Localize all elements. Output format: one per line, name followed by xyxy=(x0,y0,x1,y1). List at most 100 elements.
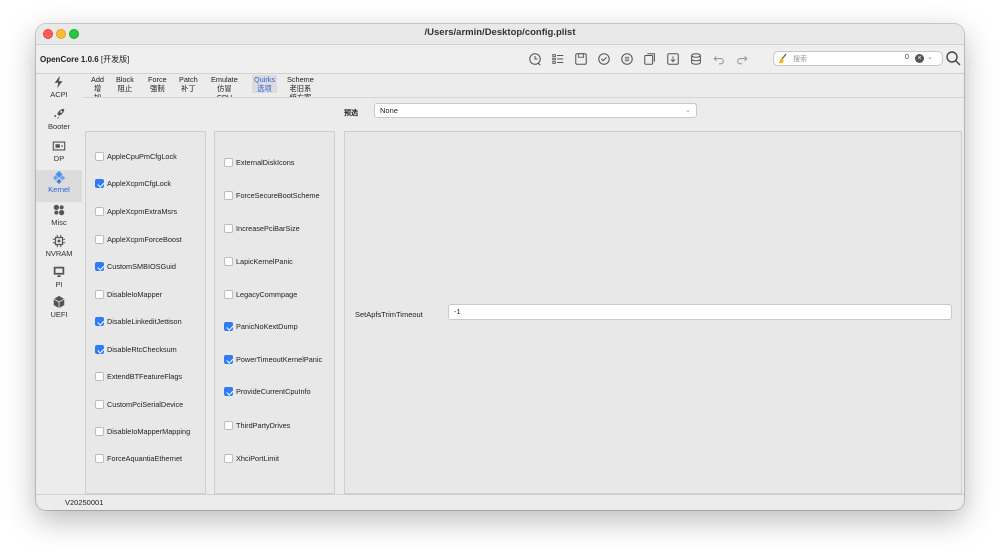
quirk-label: DisableIoMapper xyxy=(107,290,163,299)
sidebar-item-label: DP xyxy=(53,154,65,163)
tab-label-en: Quirks xyxy=(254,75,276,84)
quirk-checkbox[interactable] xyxy=(95,179,104,188)
quirk-checkbox[interactable] xyxy=(224,224,233,233)
toolbar: OpenCore 1.0.6 [开发版] 搜索 0 × ⌄ xyxy=(36,45,964,74)
app-title: OpenCore 1.0.6 [开发版] xyxy=(40,54,129,65)
sidebar-item-label: Misc xyxy=(51,218,67,227)
sidebar-item-booter[interactable]: Booter xyxy=(36,107,82,139)
clock-icon[interactable] xyxy=(523,50,546,68)
quirk-checkbox[interactable] xyxy=(95,454,104,463)
search-icon[interactable] xyxy=(945,50,961,66)
sidebar-item-misc[interactable]: Misc xyxy=(36,203,82,235)
quirk-checkbox[interactable] xyxy=(95,317,104,326)
tab-label-zh: 补丁 xyxy=(181,84,196,93)
sidebar-item-nvram[interactable]: NVRAM xyxy=(36,234,82,266)
quirk-checkbox[interactable] xyxy=(95,400,104,409)
quirk-checkbox[interactable] xyxy=(95,427,104,436)
quirk-label: AppleXcpmForceBoost xyxy=(107,235,182,244)
quirk-checkbox[interactable] xyxy=(224,421,233,430)
list-icon[interactable] xyxy=(546,50,569,68)
quirk-label: ExtendBTFeatureFlags xyxy=(107,372,183,381)
search-field[interactable]: 搜索 0 × ⌄ xyxy=(773,51,943,66)
check-circle-icon[interactable] xyxy=(592,50,615,68)
quirk-checkbox[interactable] xyxy=(95,152,104,161)
quirk-label: CustomSMBIOSGuid xyxy=(107,262,176,271)
app-window: /Users/armin/Desktop/config.plist OpenCo… xyxy=(36,24,964,510)
tab-patch[interactable]: Patch 补丁 xyxy=(179,75,198,93)
quirk-label: PanicNoKextDump xyxy=(236,322,298,331)
quirk-checkbox[interactable] xyxy=(95,207,104,216)
redo-icon[interactable] xyxy=(730,50,753,68)
quirk-label: DisableRtcChecksum xyxy=(107,345,177,354)
quirk-checkbox[interactable] xyxy=(224,355,233,364)
preset-select[interactable]: None ⌄ xyxy=(374,103,697,118)
quirk-checkbox[interactable] xyxy=(224,257,233,266)
tab-block[interactable]: Block 阻止 xyxy=(116,75,134,93)
quirk-label: AppleXcpmExtraMsrs xyxy=(107,207,178,216)
quirk-checkbox[interactable] xyxy=(95,345,104,354)
preset-label: 预选 xyxy=(344,110,358,117)
version-label: V20250001 xyxy=(65,498,104,507)
clear-search-icon[interactable]: × xyxy=(915,54,924,63)
quirks-panel-left: AppleCpuPmCfgLock AppleXcpmCfgLock Apple… xyxy=(85,131,206,494)
quirk-checkbox[interactable] xyxy=(224,322,233,331)
sidebar-item-label: Kernel xyxy=(48,185,70,194)
sidebar-item-uefi[interactable]: UEFI xyxy=(36,295,82,327)
chevron-down-icon[interactable]: ⌄ xyxy=(927,53,933,61)
sidebar-item-kernel[interactable]: Kernel xyxy=(36,170,82,202)
sidebar-item-label: NVRAM xyxy=(45,249,73,258)
quirk-label: ExternalDiskIcons xyxy=(236,158,295,167)
status-bar: V20250001 xyxy=(36,494,964,510)
quirk-checkbox[interactable] xyxy=(95,372,104,381)
undo-icon[interactable] xyxy=(707,50,730,68)
quirk-checkbox[interactable] xyxy=(224,191,233,200)
sidebar-item-dp[interactable]: DP xyxy=(36,139,82,171)
tab-label-en: Scheme xyxy=(287,75,314,84)
quirk-checkbox[interactable] xyxy=(95,262,104,271)
compare-icon[interactable] xyxy=(615,50,638,68)
database-icon[interactable] xyxy=(684,50,707,68)
tab-label-zh: 选项 xyxy=(257,84,272,93)
cube-icon xyxy=(53,295,65,309)
settings-panel: SetApfsTrimTimeout -1 xyxy=(344,131,962,494)
search-match-count: 0 xyxy=(905,54,909,61)
quirk-label: PowerTimeoutKernelPanic xyxy=(236,355,323,364)
sidebar: ACPI Booter DP Kernel Misc NVRAM PI UEFI xyxy=(36,74,82,494)
misc-icon xyxy=(53,204,65,216)
quirk-label: ForceAquantiaEthernet xyxy=(107,454,183,463)
quirk-checkbox[interactable] xyxy=(95,290,104,299)
sidebar-item-label: ACPI xyxy=(50,90,68,99)
quirk-label: DisableIoMapperMapping xyxy=(107,427,191,436)
sidebar-item-pi[interactable]: PI xyxy=(36,265,82,297)
kernel-icon xyxy=(52,170,66,184)
quirk-checkbox[interactable] xyxy=(224,290,233,299)
import-icon[interactable] xyxy=(661,50,684,68)
rocket-icon xyxy=(53,108,65,120)
trim-timeout-input[interactable]: -1 xyxy=(448,304,952,320)
tab-quirks[interactable]: Quirks 选项 xyxy=(252,75,278,93)
tab-label-en: Block xyxy=(116,75,134,84)
tab-force[interactable]: Force 强制 xyxy=(148,75,167,93)
quirk-checkbox[interactable] xyxy=(224,158,233,167)
quirks-content: 预选 None ⌄ AppleCpuPmCfgLock AppleXcpmCfg… xyxy=(84,97,964,495)
app-edition: [开发版] xyxy=(100,55,130,64)
tab-label-en: Add xyxy=(91,75,104,84)
chip-icon xyxy=(52,234,66,248)
quirk-checkbox[interactable] xyxy=(224,454,233,463)
quirk-checkbox[interactable] xyxy=(95,235,104,244)
sidebar-item-label: UEFI xyxy=(50,310,68,319)
search-placeholder: 搜索 xyxy=(793,56,807,63)
platform-info-icon xyxy=(53,266,65,277)
quirk-label: DisableLinkeditJettison xyxy=(107,317,182,326)
save-icon[interactable] xyxy=(569,50,592,68)
sidebar-item-label: Booter xyxy=(47,122,71,131)
tab-label-en: Patch xyxy=(179,75,198,84)
sidebar-item-acpi[interactable]: ACPI xyxy=(36,75,82,107)
quirk-label: CustomPciSerialDevice xyxy=(107,400,184,409)
trim-timeout-value: -1 xyxy=(454,307,461,316)
duplicate-icon[interactable] xyxy=(638,50,661,68)
title-bar: /Users/armin/Desktop/config.plist xyxy=(36,24,964,45)
quirk-label: AppleCpuPmCfgLock xyxy=(107,152,177,161)
window-title: /Users/armin/Desktop/config.plist xyxy=(424,27,576,38)
quirk-checkbox[interactable] xyxy=(224,387,233,396)
